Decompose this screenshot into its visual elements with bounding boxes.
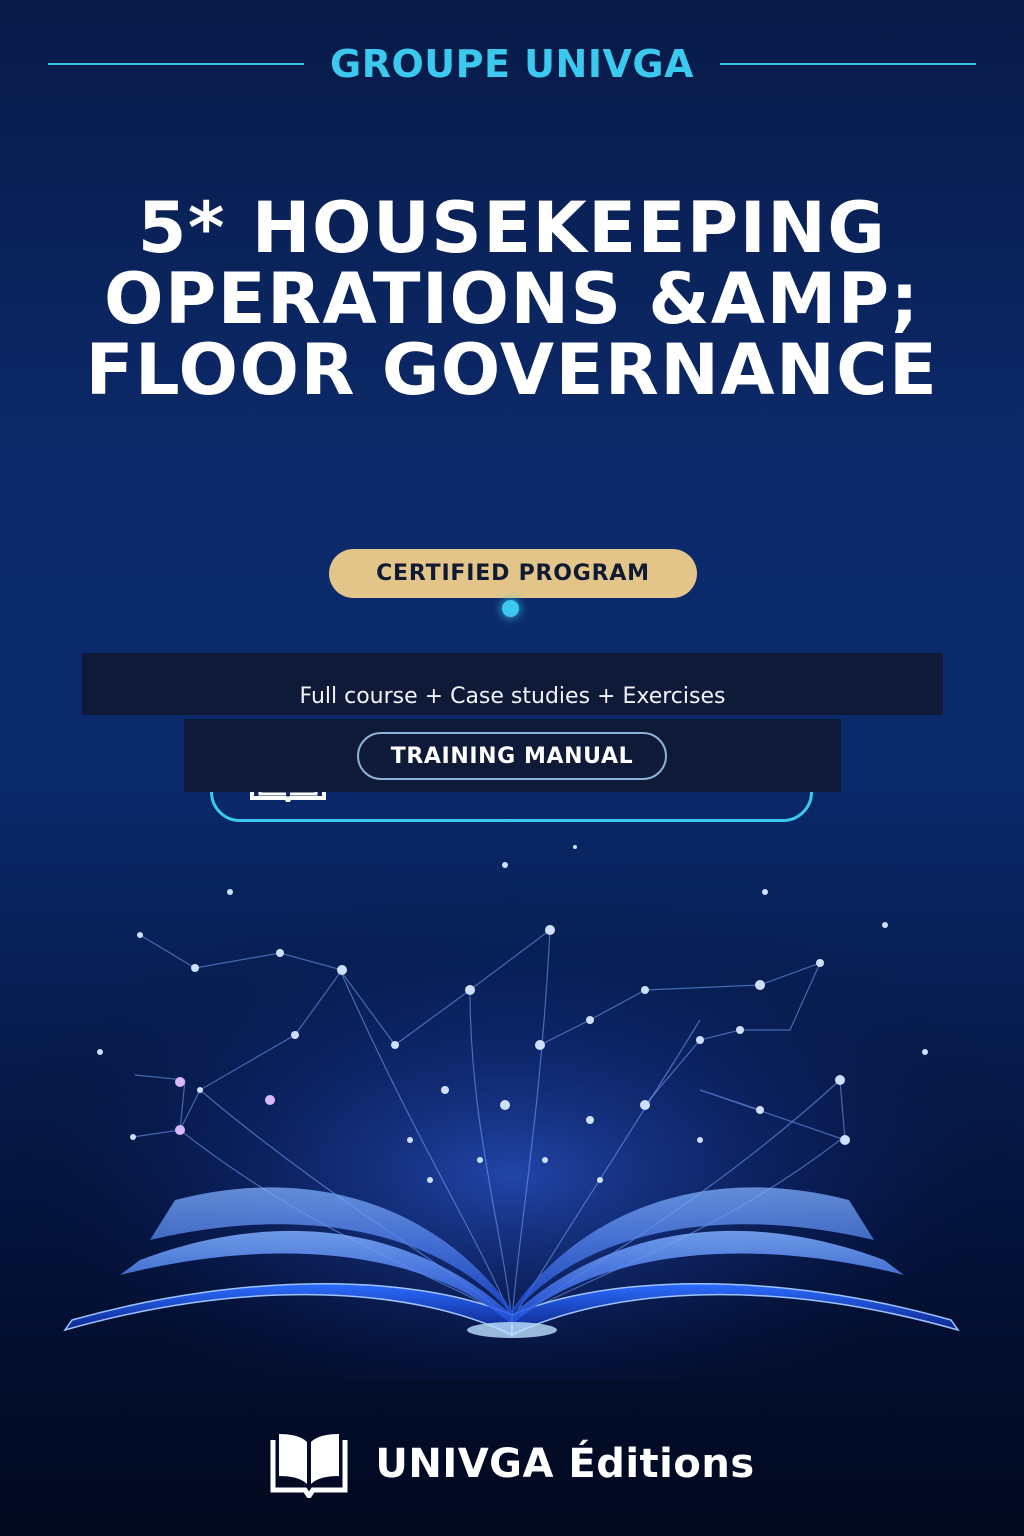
glowing-book-illustration: [12, 845, 1012, 1380]
subtitle: Full course + Case studies + Exercises: [299, 684, 726, 709]
divider-right: [720, 63, 976, 65]
footer-brand-name: UNIVGA Éditions: [375, 1441, 755, 1487]
book-title: 5* HOUSEKEEPING OPERATIONS &AMP; FLOOR G…: [85, 187, 939, 411]
publisher-header: GROUPE UNIVGA: [48, 40, 976, 88]
training-manual-badge: TRAINING MANUAL: [357, 732, 667, 780]
certified-badge: CERTIFIED PROGRAM: [329, 549, 697, 598]
accent-dot: [502, 600, 519, 617]
footer-brand: UNIVGA Éditions: [0, 1424, 1024, 1504]
open-book-icon: [270, 1434, 348, 1498]
